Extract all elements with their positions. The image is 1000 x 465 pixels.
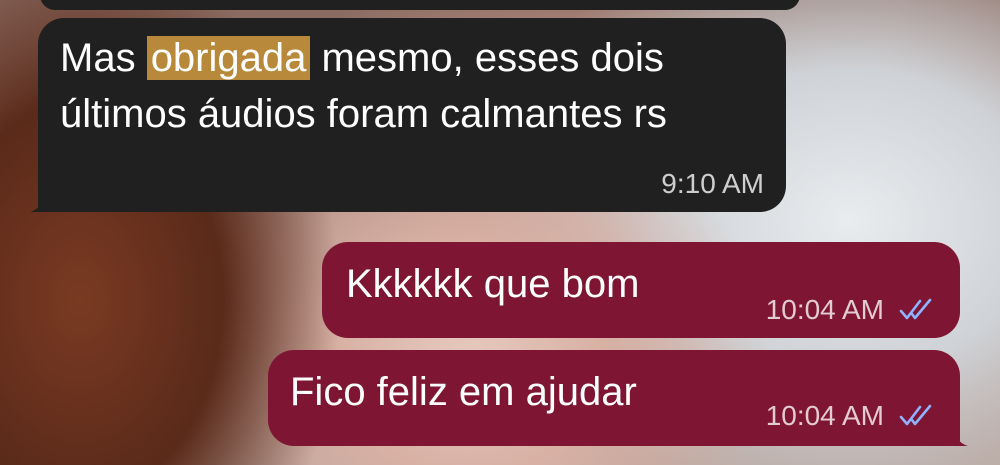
- incoming-message-bubble[interactable]: Mas obrigada mesmo, esses dois últimos á…: [30, 18, 786, 212]
- message-text: Fico feliz em ajudar: [290, 370, 637, 414]
- outgoing-message-bubble[interactable]: Kkkkkk que bom 10:04 AM: [322, 242, 960, 338]
- message-text: Kkkkkk que bom: [346, 262, 640, 306]
- double-check-icon: [899, 298, 932, 320]
- double-check-icon: [899, 404, 932, 426]
- message-timestamp: 10:04 AM: [765, 294, 884, 325]
- bubble-tail: [946, 424, 968, 446]
- search-highlight: obrigada: [146, 36, 311, 80]
- previous-message-bubble[interactable]: [40, 0, 800, 10]
- message-text: Mas obrigada mesmo, esses dois últimos á…: [60, 30, 667, 142]
- bubble-tail: [30, 190, 52, 212]
- message-text-prefix: Mas: [60, 36, 147, 80]
- message-timestamp: 9:10 AM: [661, 168, 764, 199]
- outgoing-message-bubble[interactable]: Fico feliz em ajudar 10:04 AM: [268, 350, 968, 446]
- message-timestamp: 10:04 AM: [765, 400, 884, 431]
